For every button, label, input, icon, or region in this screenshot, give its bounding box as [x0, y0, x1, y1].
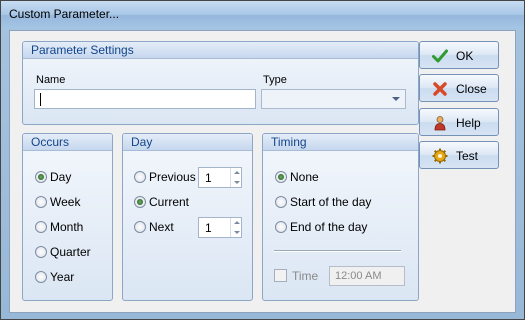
- radio-label: Week: [50, 195, 81, 209]
- checkmark-icon: [432, 49, 448, 63]
- radio-indicator: [134, 171, 146, 183]
- radio-label: Current: [149, 195, 190, 209]
- radio-indicator: [35, 221, 47, 233]
- radio-label: Next: [149, 220, 174, 234]
- close-button-label: Close: [456, 82, 487, 96]
- previous-days-stepper[interactable]: 1: [198, 167, 242, 188]
- radio-label: Day: [50, 170, 72, 184]
- close-icon: [433, 82, 447, 96]
- radio-indicator: [275, 196, 287, 208]
- radio-label: Quarter: [50, 245, 91, 259]
- ok-button[interactable]: OK: [419, 41, 499, 69]
- test-button-label: Test: [456, 149, 479, 163]
- occurs-group: Occurs Day Week Month Quarter Year: [22, 133, 113, 301]
- radio-indicator: [35, 171, 47, 183]
- radio-indicator: [134, 221, 146, 233]
- dialog-window: Custom Parameter... Parameter Settings N…: [0, 0, 525, 320]
- timing-header: Timing: [263, 134, 418, 151]
- window-title: Custom Parameter...: [9, 7, 120, 21]
- test-button[interactable]: Test: [419, 141, 499, 169]
- stepper-value: 1: [205, 221, 212, 235]
- spin-down-icon[interactable]: [234, 181, 240, 184]
- type-dropdown[interactable]: [261, 89, 406, 109]
- radio-indicator: [35, 246, 47, 258]
- name-label: Name: [36, 74, 66, 86]
- day-group: Day Previous 1 Current Next 1: [122, 133, 253, 301]
- spin-up-icon[interactable]: [234, 221, 240, 224]
- help-person-icon: [434, 116, 446, 131]
- radio-indicator: [275, 221, 287, 233]
- radio-label: None: [290, 170, 319, 184]
- time-input[interactable]: 12:00 AM: [329, 266, 405, 286]
- title-bar[interactable]: Custom Parameter...: [1, 1, 524, 29]
- radio-label: End of the day: [290, 220, 368, 234]
- radio-indicator: [35, 196, 47, 208]
- stepper-buttons[interactable]: [230, 218, 241, 237]
- name-input[interactable]: [34, 89, 256, 109]
- help-button-label: Help: [456, 116, 481, 130]
- gear-icon: [432, 148, 448, 164]
- time-checkbox[interactable]: [274, 269, 287, 282]
- timing-divider: [274, 250, 401, 252]
- type-label: Type: [263, 74, 287, 86]
- text-caret: [40, 93, 41, 106]
- spin-up-icon[interactable]: [234, 171, 240, 174]
- timing-group: Timing None Start of the day End of the …: [262, 133, 419, 301]
- occurs-header: Occurs: [23, 134, 112, 151]
- time-label: Time: [292, 269, 319, 283]
- radio-label: Previous: [149, 170, 196, 184]
- help-button[interactable]: Help: [419, 108, 499, 136]
- next-days-stepper[interactable]: 1: [198, 217, 242, 238]
- chevron-down-icon: [392, 97, 400, 101]
- radio-label: Start of the day: [290, 195, 372, 209]
- day-header: Day: [123, 134, 252, 151]
- ok-button-label: OK: [456, 49, 474, 63]
- radio-label: Year: [50, 270, 75, 284]
- parameter-settings-group: Parameter Settings Name Type: [22, 41, 419, 125]
- close-button[interactable]: Close: [419, 74, 499, 102]
- spin-down-icon[interactable]: [234, 231, 240, 234]
- parameter-settings-header: Parameter Settings: [23, 42, 418, 59]
- radio-label: Month: [50, 220, 84, 234]
- radio-indicator: [134, 196, 146, 208]
- stepper-value: 1: [205, 171, 212, 185]
- radio-indicator: [275, 171, 287, 183]
- stepper-buttons[interactable]: [230, 168, 241, 187]
- radio-indicator: [35, 271, 47, 283]
